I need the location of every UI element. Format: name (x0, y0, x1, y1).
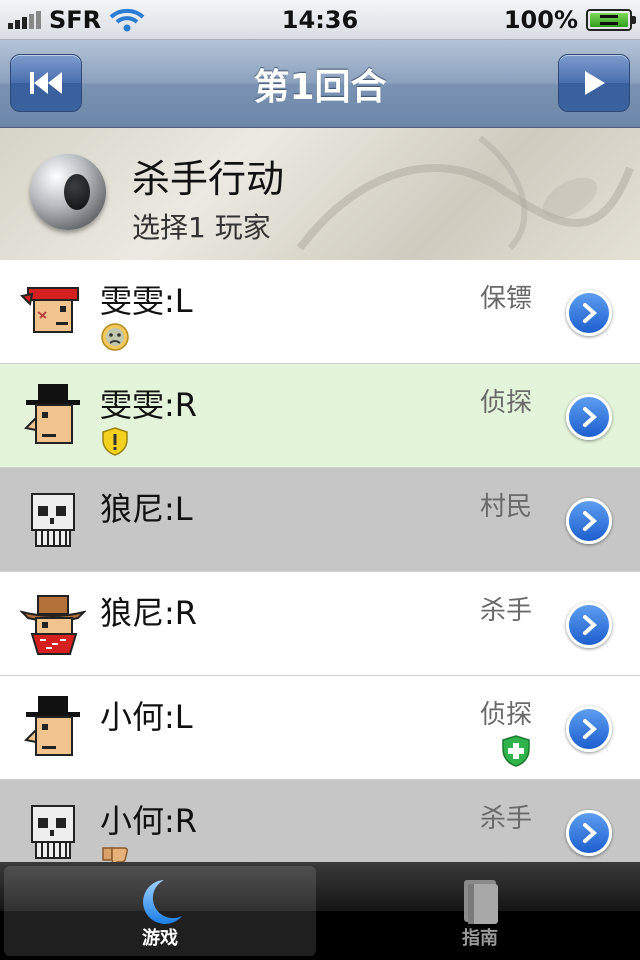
battery-icon (586, 9, 636, 31)
chevron-right-icon (583, 823, 598, 843)
banner-subtitle: 选择1 玩家 (132, 211, 271, 244)
tab-game[interactable]: 游戏 (4, 866, 316, 956)
detail-disclosure-button[interactable] (566, 810, 612, 856)
chevron-right-icon (583, 719, 598, 739)
player-role: 杀手 (479, 596, 532, 626)
status-bar: SFR 14:36 100% (0, 0, 640, 40)
list-item[interactable]: 狼尼:R 杀手 (0, 572, 640, 676)
player-name: 雯雯:R (100, 386, 198, 424)
moon-icon (143, 880, 182, 924)
book-icon (464, 880, 498, 924)
player-role: 侦探 (479, 388, 532, 418)
player-name: 狼尼:L (100, 490, 193, 528)
player-role: 村民 (479, 492, 532, 522)
eye-icon (30, 154, 106, 230)
tab-label: 指南 (462, 928, 498, 949)
list-item[interactable]: 小何:R 杀手 (0, 780, 640, 862)
bandana-avatar (20, 287, 79, 333)
chevron-right-icon (583, 615, 598, 635)
list-item[interactable]: 雯雯:R 侦探 (0, 364, 640, 468)
detail-disclosure-button[interactable] (566, 394, 612, 440)
green-cross-shield-icon (502, 735, 530, 767)
chevron-right-icon (583, 407, 598, 427)
tophat-avatar (23, 696, 80, 756)
tab-guide[interactable]: 指南 (324, 866, 636, 956)
skull-avatar (31, 805, 75, 859)
list-item[interactable]: 小何:L 侦探 (0, 676, 640, 780)
navigation-bar: 第1回合 (0, 40, 640, 128)
page-title: 第1回合 (253, 67, 387, 108)
tab-bar: 游戏 指南 (0, 862, 640, 960)
chevron-right-icon (583, 303, 598, 323)
player-role: 保镖 (479, 284, 532, 314)
play-icon (585, 71, 605, 95)
worried-face-icon (101, 323, 129, 351)
skull-avatar (31, 493, 75, 547)
chevron-right-icon (583, 511, 598, 531)
play-button[interactable] (558, 54, 630, 112)
list-item[interactable]: 狼尼:L 村民 (0, 468, 640, 572)
battery-percent: 100% (503, 6, 578, 34)
detail-disclosure-button[interactable] (566, 290, 612, 336)
tophat-avatar (23, 384, 80, 444)
detail-disclosure-button[interactable] (566, 602, 612, 648)
player-role: 侦探 (479, 700, 532, 730)
warning-shield-icon (102, 427, 128, 456)
player-name: 狼尼:R (100, 594, 198, 632)
player-name: 雯雯:L (100, 282, 193, 320)
player-list: 雯雯:L 保镖 雯雯:R 侦探 狼尼:L 村民 狼尼:R 杀手 小何:L 侦探 … (0, 260, 640, 862)
list-item[interactable]: 雯雯:L 保镖 (0, 260, 640, 364)
detail-disclosure-button[interactable] (566, 498, 612, 544)
action-banner: 杀手行动 选择1 玩家 (0, 128, 640, 260)
decorative-swirl (296, 135, 634, 251)
player-name: 小何:R (100, 802, 198, 840)
tab-label: 游戏 (142, 928, 178, 949)
player-role: 杀手 (479, 804, 532, 834)
cowboy-avatar (20, 595, 86, 655)
detail-disclosure-button[interactable] (566, 706, 612, 752)
banner-title: 杀手行动 (132, 157, 285, 201)
thumbs-down-icon (102, 847, 128, 862)
player-name: 小何:L (100, 698, 193, 736)
